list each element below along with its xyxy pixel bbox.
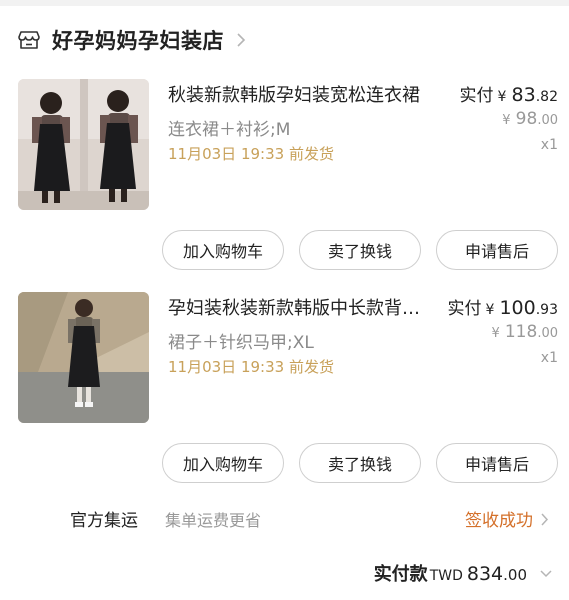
original-price: ¥ 118.00	[491, 322, 558, 342]
total-amount-int: 834	[466, 563, 504, 585]
order-total[interactable]: 实付款 TWD 834.00	[374, 560, 553, 586]
original-price: ¥ 98.00	[502, 109, 558, 129]
product-photo	[18, 292, 149, 423]
top-divider	[0, 0, 569, 6]
total-currency: TWD	[429, 568, 463, 584]
paid-price: 实付 ¥ 100.93	[447, 294, 558, 319]
action-buttons: 加入购物车 卖了换钱 申请售后	[162, 230, 558, 270]
currency-symbol: ¥	[497, 89, 507, 105]
paid-label: 实付	[447, 299, 482, 319]
total-label: 实付款	[373, 564, 428, 585]
shop-icon	[18, 31, 40, 49]
product-thumbnail[interactable]	[18, 292, 149, 423]
after-sales-button[interactable]: 申请售后	[436, 230, 558, 270]
add-to-cart-button[interactable]: 加入购物车	[162, 230, 284, 270]
quantity: x1	[540, 350, 558, 366]
shipping-deadline: 11月03日 19:33 前发货	[168, 358, 334, 376]
product-title[interactable]: 孕妇装秋装新款韩版中长款背带裙	[168, 294, 426, 320]
currency-symbol: ¥	[502, 113, 511, 128]
paid-amount-dec: .93	[535, 302, 558, 318]
product-title[interactable]: 秋装新款韩版孕妇装宽松连衣裙	[168, 81, 426, 107]
resell-button[interactable]: 卖了换钱	[299, 230, 421, 270]
paid-price: 实付 ¥ 83.82	[460, 81, 558, 106]
original-amount-int: 118	[504, 322, 538, 342]
paid-amount-int: 100	[499, 297, 536, 319]
chevron-down-icon[interactable]	[539, 569, 553, 578]
shop-header[interactable]: 好孕妈妈孕妇装店	[18, 24, 246, 56]
original-amount-dec: .00	[537, 113, 558, 128]
original-amount-dec: .00	[537, 326, 558, 341]
resell-button[interactable]: 卖了换钱	[299, 443, 421, 483]
paid-label: 实付	[459, 86, 494, 106]
shipping-method: 官方集运	[70, 511, 138, 531]
currency-symbol: ¥	[485, 302, 495, 318]
product-photo	[18, 79, 149, 210]
product-thumbnail[interactable]	[18, 79, 149, 210]
shipping-description: 集单运费更省	[165, 511, 262, 530]
paid-amount-int: 83	[511, 84, 536, 106]
product-variant: 连衣裙＋衬衫;M	[168, 120, 291, 140]
product-variant: 裙子＋针织马甲;XL	[168, 333, 314, 353]
shipping-deadline: 11月03日 19:33 前发货	[168, 145, 334, 163]
order-footer: 官方集运 集单运费更省 签收成功	[0, 504, 569, 534]
chevron-right-icon	[237, 33, 246, 47]
add-to-cart-button[interactable]: 加入购物车	[162, 443, 284, 483]
quantity: x1	[540, 137, 558, 153]
total-amount-dec: .00	[503, 566, 527, 584]
shop-name: 好孕妈妈孕妇装店	[52, 29, 224, 53]
action-buttons: 加入购物车 卖了换钱 申请售后	[162, 443, 558, 483]
paid-amount-dec: .82	[535, 89, 558, 105]
order-status-link[interactable]: 签收成功	[465, 506, 533, 531]
currency-symbol: ¥	[491, 326, 500, 341]
chevron-right-icon[interactable]	[540, 512, 549, 527]
after-sales-button[interactable]: 申请售后	[436, 443, 558, 483]
original-amount-int: 98	[515, 109, 538, 129]
